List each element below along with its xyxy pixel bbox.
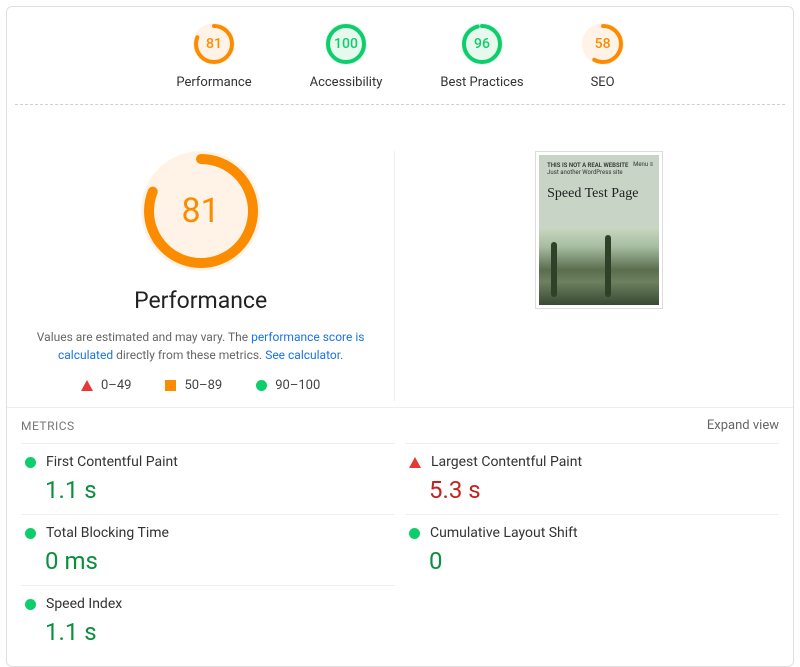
metric-name: Total Blocking Time — [46, 525, 169, 541]
metric-cls[interactable]: Cumulative Layout Shift 0 — [405, 514, 779, 585]
lighthouse-card: 81 Performance 100 Accessibility 96 Best… — [6, 6, 794, 667]
status-icon — [25, 528, 36, 539]
screenshot-image — [539, 227, 659, 305]
metrics-heading: METRICS — [21, 419, 75, 433]
screenshot-menu: Menu ≡ — [633, 161, 653, 168]
gauge-label: Best Practices — [440, 75, 523, 90]
gauge-score: 96 — [461, 23, 503, 65]
legend-bad: 0–49 — [101, 378, 131, 393]
status-icon — [409, 457, 421, 468]
status-icon — [409, 528, 420, 539]
gauge-score: 58 — [582, 23, 624, 65]
big-gauge-score: 81 — [141, 151, 261, 271]
gauge-label: Performance — [176, 75, 251, 90]
metric-name: Largest Contentful Paint — [431, 454, 582, 470]
metric-value: 0 — [429, 547, 775, 575]
gauge-label: SEO — [582, 75, 624, 90]
page-screenshot: THIS IS NOT A REAL WEBSITE Just another … — [535, 151, 663, 309]
metrics-grid: First Contentful Paint 1.1 s Largest Con… — [7, 439, 793, 666]
status-icon — [25, 599, 36, 610]
gauge-performance[interactable]: 81 Performance — [176, 23, 251, 90]
legend-good: 90–100 — [275, 378, 320, 393]
screenshot-title: Speed Test Page — [547, 176, 651, 221]
metric-name: First Contentful Paint — [46, 454, 178, 470]
performance-title: Performance — [25, 287, 376, 314]
performance-summary: 81 Performance Values are estimated and … — [7, 151, 395, 401]
metric-name: Cumulative Layout Shift — [430, 525, 578, 541]
metric-value: 0 ms — [45, 547, 391, 575]
metric-lcp[interactable]: Largest Contentful Paint 5.3 s — [405, 443, 779, 514]
gauge-label: Accessibility — [310, 75, 383, 90]
metric-name: Speed Index — [46, 596, 122, 612]
legend-avg: 50–89 — [184, 378, 222, 393]
metric-value: 1.1 s — [45, 618, 391, 646]
gauge-best-practices[interactable]: 96 Best Practices — [440, 23, 523, 90]
score-legend: 0–49 50–89 90–100 — [25, 378, 376, 393]
gauge-seo[interactable]: 58 SEO — [582, 23, 624, 90]
see-calculator-link[interactable]: See calculator — [265, 348, 340, 362]
square-icon — [165, 380, 176, 391]
screenshot-sub: Just another WordPress site — [547, 169, 651, 176]
disclaimer-text: Values are estimated and may vary. The p… — [25, 328, 376, 364]
circle-icon — [256, 380, 267, 391]
gauge-score: 100 — [325, 23, 367, 65]
category-gauges: 81 Performance 100 Accessibility 96 Best… — [15, 23, 785, 105]
gauge-score: 81 — [193, 23, 235, 65]
metric-fcp[interactable]: First Contentful Paint 1.1 s — [21, 443, 395, 514]
triangle-icon — [81, 380, 93, 391]
status-icon — [25, 457, 36, 468]
metric-tbt[interactable]: Total Blocking Time 0 ms — [21, 514, 395, 585]
metric-value: 1.1 s — [45, 476, 391, 504]
gauge-accessibility[interactable]: 100 Accessibility — [310, 23, 383, 90]
metric-value: 5.3 s — [429, 476, 775, 504]
expand-view-button[interactable]: Expand view — [707, 418, 779, 433]
